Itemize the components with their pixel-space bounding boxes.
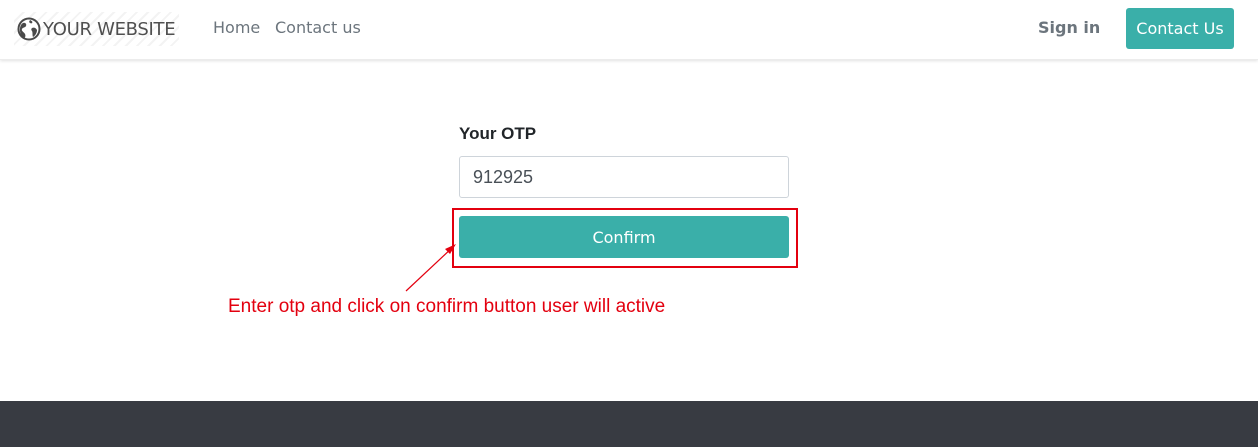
brand-logo[interactable]: YOUR WEBSITE (14, 12, 179, 46)
globe-icon (17, 17, 41, 41)
confirm-button[interactable]: Confirm (459, 216, 789, 258)
otp-label: Your OTP (459, 124, 537, 143)
footer (0, 401, 1258, 447)
otp-input[interactable] (459, 156, 789, 198)
navbar: YOUR WEBSITE Home Contact us Sign in Con… (0, 0, 1258, 60)
annotation-arrow (405, 244, 456, 292)
sign-in-link[interactable]: Sign in (1038, 18, 1100, 37)
brand-name: YOUR WEBSITE (43, 18, 176, 40)
nav-home-link[interactable]: Home (213, 18, 260, 37)
contact-us-button[interactable]: Contact Us (1126, 8, 1234, 49)
nav-contact-link[interactable]: Contact us (275, 18, 361, 37)
annotation-text: Enter otp and click on confirm button us… (228, 296, 666, 317)
